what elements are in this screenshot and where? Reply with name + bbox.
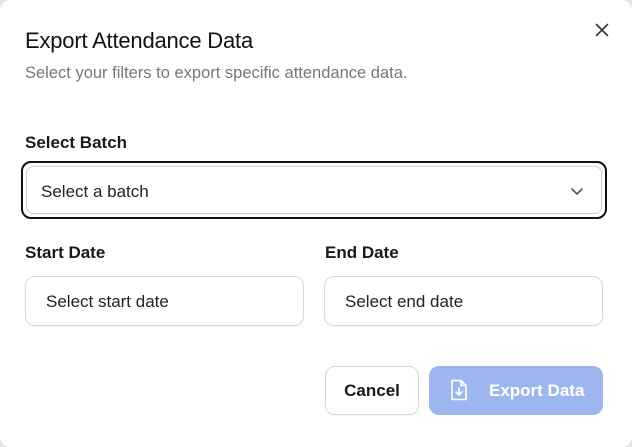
dialog-subtitle: Select your filters to export specific a… [25, 64, 408, 82]
batch-select-value: Select a batch [41, 182, 149, 201]
start-date-picker[interactable]: Select start date [25, 276, 304, 326]
close-button[interactable] [589, 17, 615, 43]
start-date-label: Start Date [25, 243, 106, 262]
close-icon [595, 23, 609, 37]
end-date-value: Select end date [345, 292, 464, 311]
file-download-icon [451, 379, 467, 401]
batch-label: Select Batch [25, 133, 128, 152]
start-date-value: Select start date [46, 292, 169, 311]
end-date-label: End Date [325, 243, 399, 262]
cancel-button[interactable]: Cancel [325, 366, 419, 415]
export-data-button[interactable]: Export Data [429, 366, 603, 415]
chevron-down-icon [571, 188, 583, 195]
batch-select[interactable]: Select a batch [21, 161, 607, 219]
export-attendance-dialog: Export Attendance Data Select your filte… [0, 0, 632, 447]
export-data-label: Export Data [489, 381, 585, 400]
end-date-picker[interactable]: Select end date [324, 276, 603, 326]
dialog-title: Export Attendance Data [25, 28, 253, 53]
